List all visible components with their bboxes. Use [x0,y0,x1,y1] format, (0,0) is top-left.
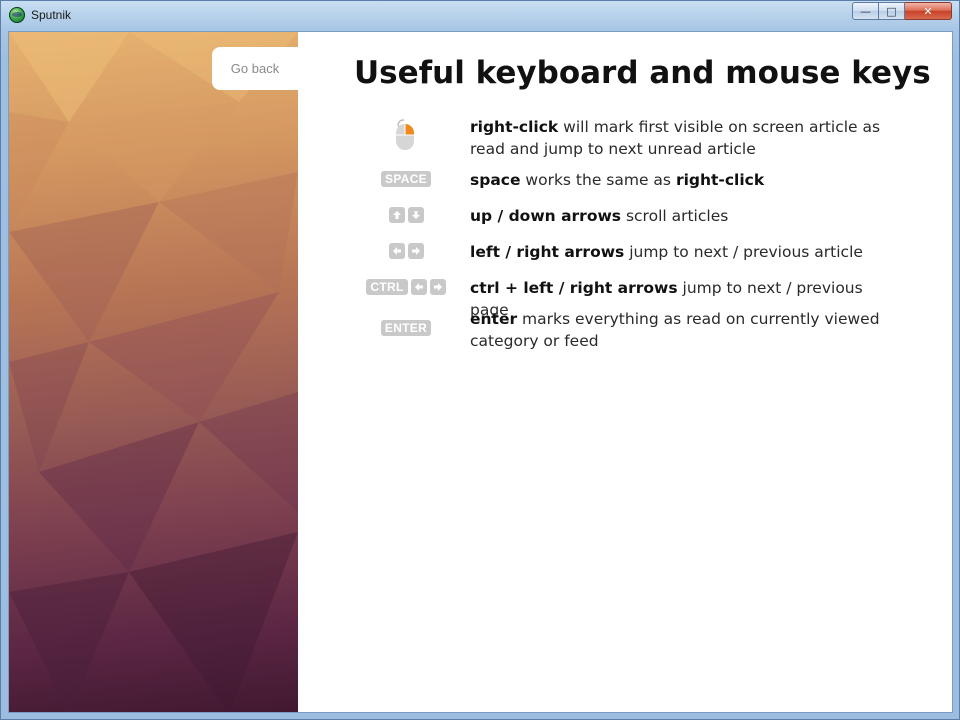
minimize-button[interactable]: — [852,2,879,20]
space-key-icon: SPACE [354,171,458,187]
shortcut-description: space works the same as right-click [470,171,765,189]
up-down-arrow-keys-icon [354,207,458,223]
mouse-right-click-icon [354,118,458,154]
ctrl-left-right-keys-icon: CTRL [354,279,458,295]
up-arrow-key-icon [388,207,405,223]
right-arrow-key-icon [407,243,424,259]
shortcut-description: right-click will mark first visible on s… [470,118,881,158]
right-arrow-key-icon [429,279,446,295]
app-window: Sputnik — □ ✕ Go back Useful keyboard an… [0,0,960,720]
left-arrow-key-icon [388,243,405,259]
enter-key: ENTER [380,320,432,336]
maximize-button[interactable]: □ [879,2,905,20]
left-arrow-key-icon [410,279,427,295]
down-arrow-key-icon [407,207,424,223]
ctrl-key: CTRL [366,279,408,295]
shortcut-description: enter marks everything as read on curren… [470,310,880,350]
space-key: SPACE [381,171,431,187]
sidebar-background-pattern [9,32,298,712]
shortcut-description: up / down arrows scroll articles [470,207,729,225]
page-title: Useful keyboard and mouse keys [354,55,931,91]
sputnik-logo-icon [9,7,25,23]
left-right-arrow-keys-icon [354,243,458,259]
window-controls: — □ ✕ [852,2,952,20]
client-area: Go back Useful keyboard and mouse keys r… [8,31,953,713]
main-panel: Useful keyboard and mouse keys right-cli… [298,32,952,712]
window-title: Sputnik [31,8,72,22]
shortcut-description: left / right arrows jump to next / previ… [470,243,863,261]
close-button[interactable]: ✕ [905,2,952,20]
go-back-button[interactable]: Go back [212,47,298,90]
enter-key-icon: ENTER [354,320,458,336]
sidebar: Go back [9,32,298,712]
title-bar[interactable]: Sputnik — □ ✕ [1,1,959,29]
